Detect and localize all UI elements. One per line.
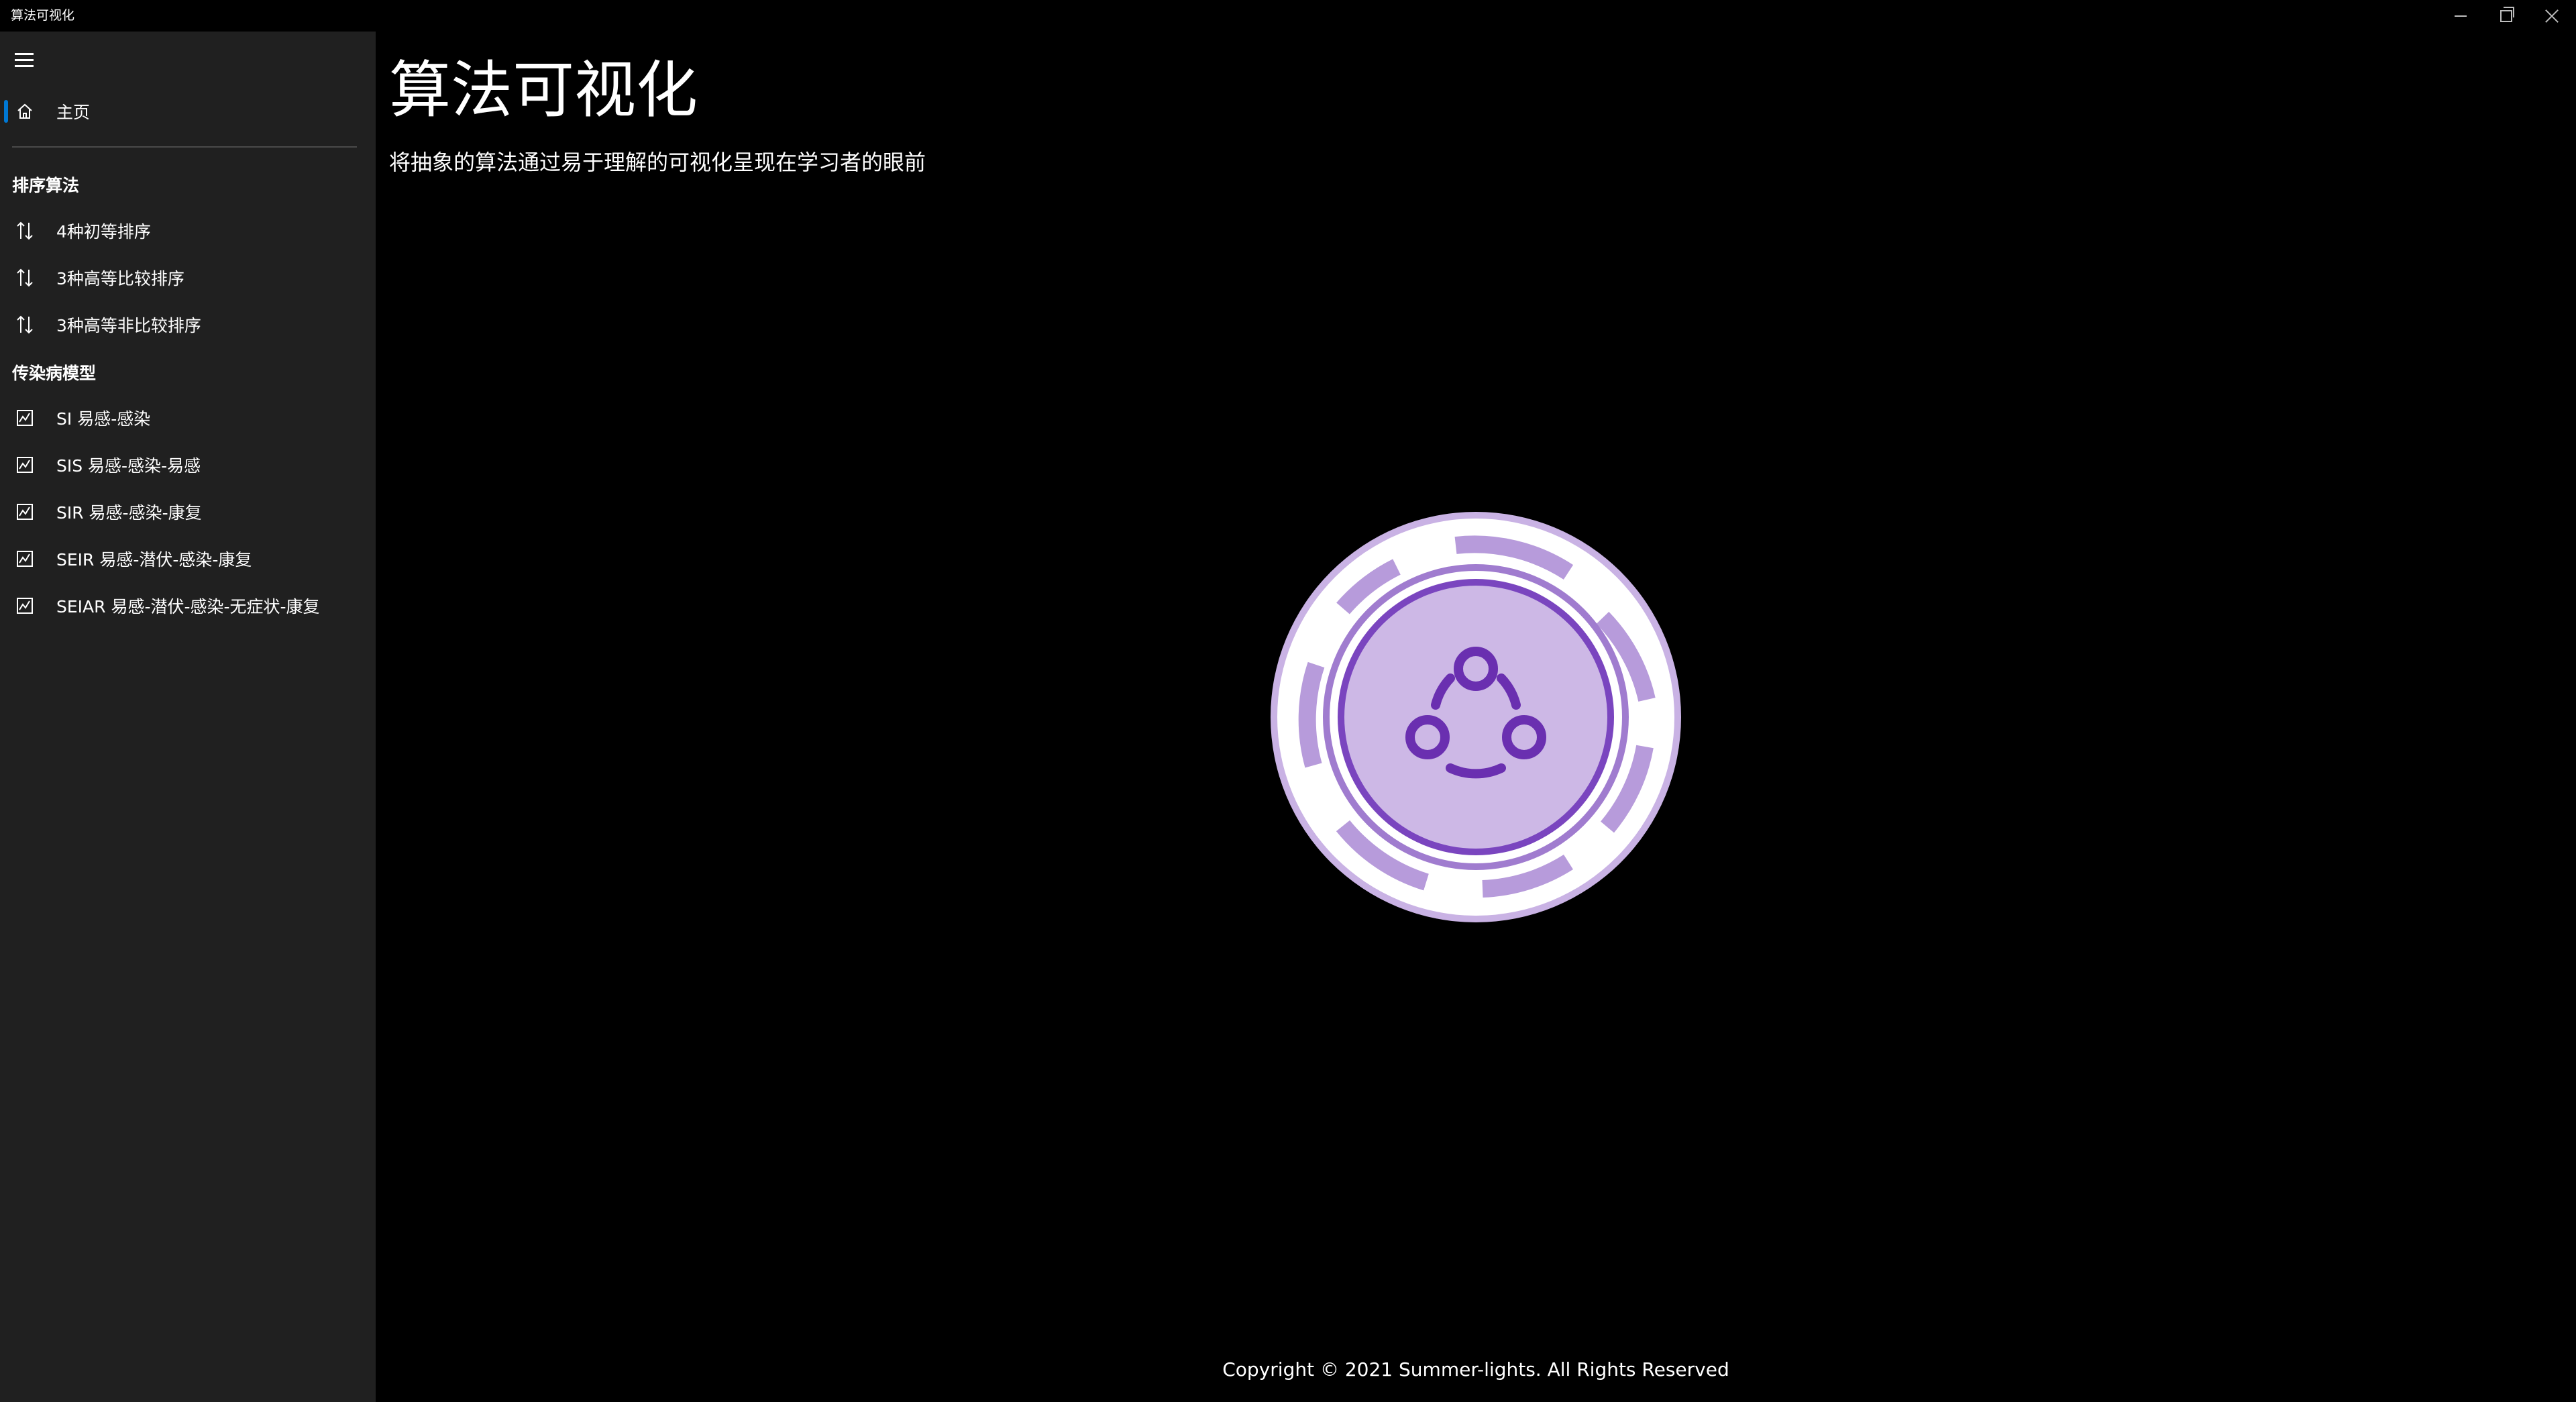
sort-arrows-icon: [15, 221, 35, 241]
navigation-pane: 主页 排序算法 4种初等排序 3种高等比较排序 3种高等非比较排序 传染病模型: [0, 32, 376, 1402]
selection-indicator: [4, 100, 8, 123]
main-content: 算法可视化 将抽象的算法通过易于理解的可视化呈现在学习者的眼前 Copyrigh…: [376, 32, 2576, 1402]
nav-item-home[interactable]: 主页: [0, 88, 376, 135]
nav-item-seiar[interactable]: SEIAR 易感-潜伏-感染-无症状-康复: [0, 582, 376, 629]
nav-item-non-comparison-sort[interactable]: 3种高等非比较排序: [0, 301, 376, 348]
nav-item-label: SIR 易感-感染-康复: [56, 503, 202, 523]
app-logo-icon: [1269, 510, 1682, 924]
restore-icon: [2500, 6, 2514, 22]
nav-divider: [12, 146, 357, 148]
window-title: 算法可视化: [11, 8, 75, 23]
nav-item-sis[interactable]: SIS 易感-感染-易感: [0, 441, 376, 488]
copyright-footer: Copyright © 2021 Summer-lights. All Righ…: [1222, 1358, 1729, 1381]
home-icon: [15, 101, 35, 121]
nav-item-label: SIS 易感-感染-易感: [56, 456, 201, 476]
minimize-icon: [2455, 15, 2467, 17]
nav-item-label: 3种高等比较排序: [56, 269, 184, 288]
group-header-epidemic: 传染病模型: [12, 364, 97, 383]
sort-arrows-icon: [15, 315, 35, 335]
sort-arrows-icon: [15, 268, 35, 288]
nav-item-seir[interactable]: SEIR 易感-潜伏-感染-康复: [0, 535, 376, 582]
chart-icon: [15, 549, 35, 569]
nav-item-si[interactable]: SI 易感-感染: [0, 394, 376, 441]
chart-icon: [15, 455, 35, 475]
nav-item-label: SEIR 易感-潜伏-感染-康复: [56, 550, 252, 570]
nav-item-label: 3种高等非比较排序: [56, 316, 201, 335]
group-header-sort: 排序算法: [12, 176, 80, 195]
title-bar[interactable]: 算法可视化: [0, 0, 2576, 32]
nav-item-comparison-sort[interactable]: 3种高等比较排序: [0, 254, 376, 301]
minimize-button[interactable]: [2438, 0, 2483, 32]
page-title: 算法可视化: [389, 54, 698, 126]
nav-item-label: SEIAR 易感-潜伏-感染-无症状-康复: [56, 597, 320, 616]
close-icon: [2545, 9, 2559, 23]
app-window: 算法可视化 主页 排序算法 4种初等排序 3种高等比较排序 3种高等非比较排序 …: [0, 0, 2576, 1402]
restore-button[interactable]: [2483, 0, 2529, 32]
hamburger-menu-icon[interactable]: [9, 45, 39, 74]
page-subtitle: 将抽象的算法通过易于理解的可视化呈现在学习者的眼前: [389, 150, 926, 175]
close-button[interactable]: [2529, 0, 2575, 32]
nav-item-elementary-sort[interactable]: 4种初等排序: [0, 207, 376, 254]
nav-item-label: SI 易感-感染: [56, 409, 151, 429]
chart-icon: [15, 596, 35, 616]
chart-icon: [15, 408, 35, 428]
nav-item-sir[interactable]: SIR 易感-感染-康复: [0, 488, 376, 535]
chart-icon: [15, 502, 35, 522]
nav-item-label: 主页: [56, 103, 91, 122]
nav-item-label: 4种初等排序: [56, 222, 151, 241]
